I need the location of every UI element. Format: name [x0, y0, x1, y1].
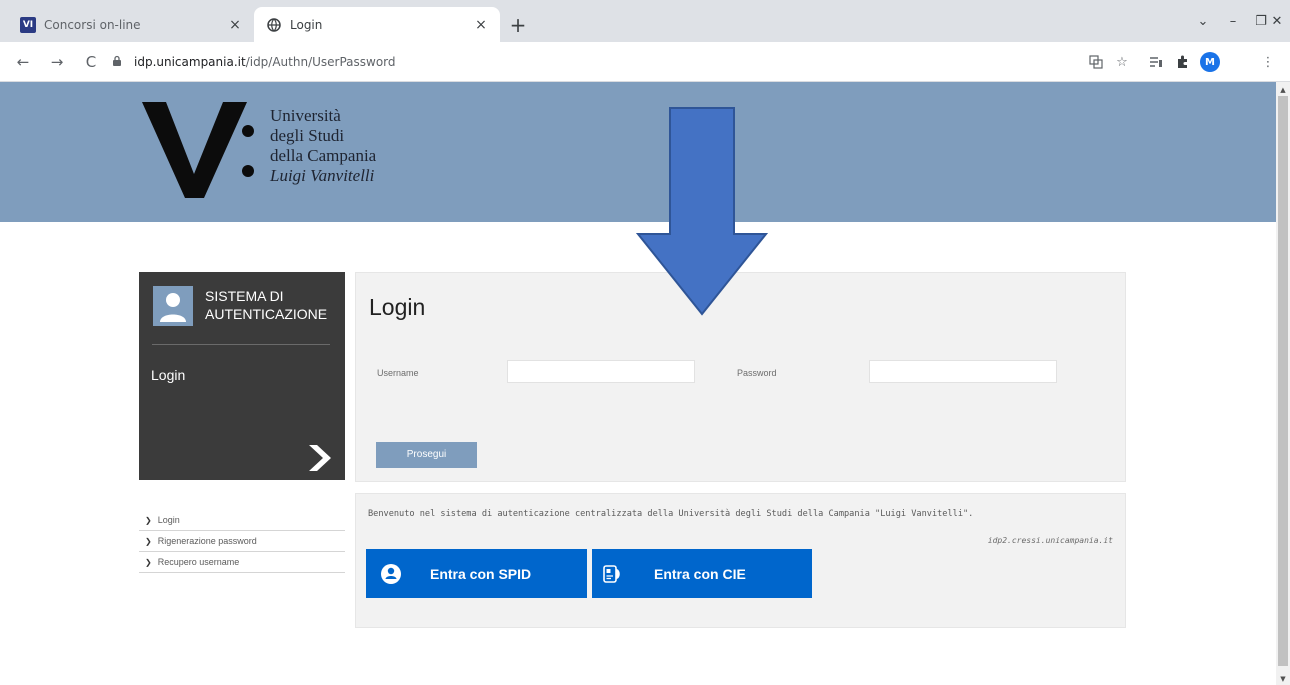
tab-title: Login [290, 17, 323, 32]
forward-icon[interactable]: → [46, 51, 68, 73]
back-icon[interactable]: ← [12, 51, 34, 73]
close-tab-icon[interactable]: × [224, 14, 246, 36]
tab-login[interactable]: Login × [254, 7, 500, 42]
link-label: Rigenerazione password [157, 536, 257, 546]
cie-card-icon [602, 563, 624, 585]
browser-toolbar: ← → C idp.unicampania.it/idp/Authn/UserP… [0, 42, 1290, 82]
extensions-icon[interactable] [1172, 52, 1192, 72]
password-label: Password [737, 368, 777, 378]
profile-icon[interactable]: M [1200, 52, 1220, 72]
password-field[interactable] [869, 360, 1057, 383]
tab-concorsi[interactable]: VI Concorsi on-line × [8, 7, 254, 42]
cie-label: Entra con CIE [654, 565, 746, 582]
browser-tab-strip: VI Concorsi on-line × Login × + ⌄ – ❐ ✕ [0, 0, 1290, 42]
sidebar-link-password-reset[interactable]: ❯ Rigenerazione password [139, 531, 345, 552]
link-label: Login [157, 515, 180, 525]
chevron-right-icon: ❯ [145, 537, 152, 546]
address-bar[interactable]: idp.unicampania.it/idp/Authn/UserPasswor… [112, 48, 1152, 76]
spid-label: Entra con SPID [430, 565, 532, 582]
spid-user-icon [380, 563, 402, 585]
globe-icon [266, 17, 282, 33]
server-name: idp2.cressi.unicampania.it [987, 536, 1113, 545]
reload-icon[interactable]: C [80, 51, 102, 73]
logo-line-italic: Luigi Vanvitelli [270, 166, 375, 185]
username-field[interactable] [507, 360, 695, 383]
new-tab-button[interactable]: + [506, 13, 530, 37]
sidebar-current-page: Login [151, 367, 186, 383]
welcome-message: Benvenuto nel sistema di autenticazione … [368, 509, 974, 519]
scrollbar-thumb[interactable] [1278, 96, 1288, 666]
star-icon[interactable]: ☆ [1112, 52, 1132, 72]
tab-title: Concorsi on-line [44, 17, 141, 32]
menu-icon[interactable]: ⋮ [1258, 52, 1278, 72]
cie-login-button[interactable]: Entra con CIE [592, 549, 812, 598]
chevron-right-icon: ❯ [145, 558, 152, 567]
scroll-up-icon[interactable]: ▲ [1276, 84, 1290, 96]
sidebar-title: SISTEMA DI AUTENTICAZIONE [205, 288, 328, 322]
close-tab-icon[interactable]: × [470, 14, 492, 36]
vanvitelli-favicon-icon: VI [20, 16, 36, 33]
username-label: Username [377, 368, 419, 378]
spid-login-button[interactable]: Entra con SPID [366, 549, 587, 598]
university-name: Università degli Studi della Campania Lu… [270, 106, 376, 186]
logo-line: della Campania [270, 146, 377, 165]
user-icon [153, 286, 193, 326]
logo-line: Università [270, 106, 341, 125]
page-title: Login [369, 294, 426, 320]
university-logo-v [142, 102, 247, 198]
sidebar-divider [152, 344, 330, 345]
logo-dot-upper [242, 125, 254, 137]
url-path: /idp/Authn/UserPassword [245, 55, 396, 69]
sidebar-link-login[interactable]: ❯ Login [139, 510, 345, 531]
sidebar-links: ❯ Login ❯ Rigenerazione password ❯ Recupero… [139, 510, 345, 573]
sidebar-link-username-recovery[interactable]: ❯ Recupero username [139, 552, 345, 573]
link-label: Recupero username [157, 557, 240, 567]
lock-icon [112, 55, 128, 70]
chevron-right-icon: ❯ [145, 516, 152, 525]
submit-button[interactable]: Prosegui [376, 442, 477, 468]
reading-list-icon[interactable] [1146, 52, 1166, 72]
arrow-down-icon [636, 107, 768, 316]
logo-dot-lower [242, 165, 254, 177]
logo-line: degli Studi [270, 126, 345, 145]
close-window-icon[interactable]: ✕ [1262, 6, 1290, 36]
tab-search-icon[interactable]: ⌄ [1188, 6, 1218, 36]
minimize-icon[interactable]: – [1218, 6, 1248, 36]
translate-icon[interactable] [1086, 52, 1106, 72]
url-host: idp.unicampania.it [134, 55, 246, 69]
scroll-down-icon[interactable]: ▼ [1276, 673, 1290, 685]
chevron-right-icon [309, 445, 331, 471]
